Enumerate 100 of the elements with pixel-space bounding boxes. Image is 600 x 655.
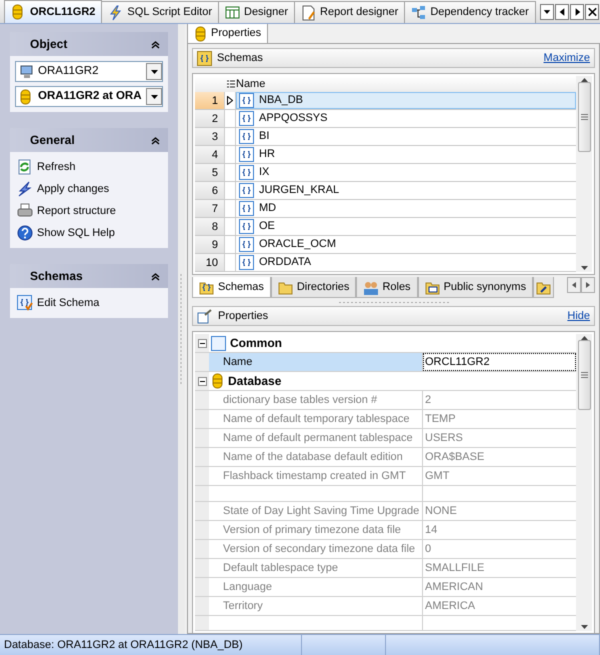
action-link[interactable]: Show SQL Help (15, 223, 163, 243)
tab-nav-button[interactable] (555, 4, 569, 20)
property-value: AMERICA (424, 598, 476, 614)
section-header[interactable]: Schemas (10, 264, 168, 288)
document-tab[interactable]: ORCL11GR2 (4, 0, 102, 23)
hide-link[interactable]: Hide (567, 308, 590, 324)
folder-icon (536, 280, 552, 294)
schema-icon (239, 165, 254, 180)
object-tab[interactable] (533, 277, 554, 298)
group-title: Database (228, 373, 282, 390)
folder-icon (278, 280, 293, 294)
users-icon (363, 280, 378, 294)
property-value: SMALLFILE (424, 560, 486, 576)
property-name: Language (209, 578, 423, 596)
schema-row[interactable]: MD (236, 200, 576, 217)
document-tab[interactable]: Report designer (294, 1, 406, 23)
scroll-right-icon[interactable] (581, 277, 595, 293)
property-name: Version of primary timezone data file (209, 520, 423, 538)
tab-nav-button[interactable] (585, 4, 599, 20)
property-name: dictionary base tables version # (209, 391, 423, 409)
group-title: Common (230, 335, 282, 352)
property-value: ORCL11GR2 (423, 353, 576, 371)
column-chooser-icon[interactable] (226, 80, 234, 88)
page-tab[interactable]: Properties (187, 24, 268, 43)
schema-row[interactable]: BI (236, 128, 576, 145)
property-value: ORA$BASE (424, 450, 486, 465)
property-name: Name (209, 353, 423, 371)
lightning-icon (108, 4, 124, 20)
schema-row[interactable]: IX (236, 164, 576, 181)
scroll-down-icon[interactable] (580, 625, 588, 629)
schema-row[interactable]: APPQOSSYS (236, 110, 576, 127)
property-value: GMT (424, 469, 450, 484)
object-tab[interactable]: Schemas (192, 277, 271, 298)
collapse-chevron-icon[interactable] (151, 40, 160, 48)
action-link[interactable]: Report structure (15, 201, 163, 221)
schema-icon (239, 219, 254, 234)
row-pointer-icon (227, 96, 233, 105)
row-number: 4 (195, 146, 225, 163)
schema-row[interactable]: ORDDATA (236, 254, 576, 271)
schema-row[interactable]: NBA_DB (236, 92, 576, 109)
status-text: Database: ORA11GR2 at ORA11GR2 (NBA_DB) (0, 635, 302, 655)
vertical-scrollbar[interactable] (576, 334, 592, 631)
object-dropdown[interactable]: ORA11GR2 at ORA (15, 86, 163, 107)
section-title: General (30, 132, 75, 149)
row-number: 6 (195, 182, 225, 199)
property-name: Version of secondary timezone data file (209, 540, 423, 558)
scroll-down-icon[interactable] (580, 266, 588, 270)
schema-icon (239, 147, 254, 162)
property-name: Territory (209, 596, 423, 614)
property-name: Flashback timestamp created in GMT (209, 467, 423, 485)
table-icon (225, 4, 240, 20)
dropdown-icon (150, 94, 158, 100)
action-link[interactable]: Refresh (15, 157, 163, 177)
object-tab[interactable]: Public synonyms (418, 277, 534, 298)
column-header[interactable]: Name (236, 76, 266, 92)
property-row[interactable]: Name ORCL11GR2 (195, 353, 576, 372)
document-icon (301, 4, 316, 20)
synonym-icon (424, 280, 440, 294)
section-title: Object (30, 36, 68, 53)
property-value: 0 (424, 542, 432, 556)
document-tab[interactable]: Dependency tracker (404, 1, 536, 23)
close-icon (586, 5, 598, 19)
row-number: 3 (195, 128, 225, 145)
property-name: Name of default permanent tablespace (209, 429, 423, 447)
row-number: 5 (195, 164, 225, 181)
object-tab[interactable]: Roles (356, 277, 418, 298)
property-value: USERS (424, 431, 464, 446)
refresh-icon (17, 159, 33, 175)
property-value: TEMP (424, 412, 457, 427)
collapse-icon[interactable] (198, 376, 206, 386)
schema-icon (239, 201, 254, 216)
dropdown-icon (150, 68, 158, 74)
section-header[interactable]: General (10, 128, 168, 152)
collapse-chevron-icon[interactable] (151, 272, 160, 280)
schema-row[interactable]: HR (236, 146, 576, 163)
maximize-link[interactable]: Maximize (544, 50, 590, 66)
vertical-scrollbar[interactable] (576, 76, 592, 272)
property-name: Default tablespace type (209, 558, 423, 576)
tab-nav-button[interactable] (540, 4, 554, 20)
schema-icon (239, 255, 254, 270)
section-header[interactable]: Object (10, 32, 168, 56)
collapse-icon[interactable] (198, 338, 206, 348)
scroll-left-icon[interactable] (567, 277, 581, 293)
database-icon (211, 373, 224, 389)
schema-row[interactable]: JURGEN_KRAL (236, 182, 576, 199)
row-number: 2 (195, 110, 225, 127)
schema-row[interactable]: OE (236, 218, 576, 235)
document-tab[interactable]: SQL Script Editor (101, 1, 219, 23)
blank-icon (211, 336, 226, 350)
action-link[interactable]: Apply changes (15, 179, 163, 199)
document-tab[interactable]: Designer (218, 1, 296, 23)
splitter-grip-icon[interactable] (180, 274, 183, 384)
collapse-chevron-icon[interactable] (151, 136, 160, 144)
splitter-grip-icon[interactable] (338, 300, 448, 304)
schema-icon (239, 237, 254, 252)
panel-title: Schemas (217, 50, 263, 66)
tab-nav-button[interactable] (570, 4, 584, 20)
schema-row[interactable]: ORACLE_OCM (236, 236, 576, 253)
object-tab[interactable]: Directories (270, 277, 356, 298)
object-dropdown[interactable]: ORA11GR2 (15, 61, 163, 82)
